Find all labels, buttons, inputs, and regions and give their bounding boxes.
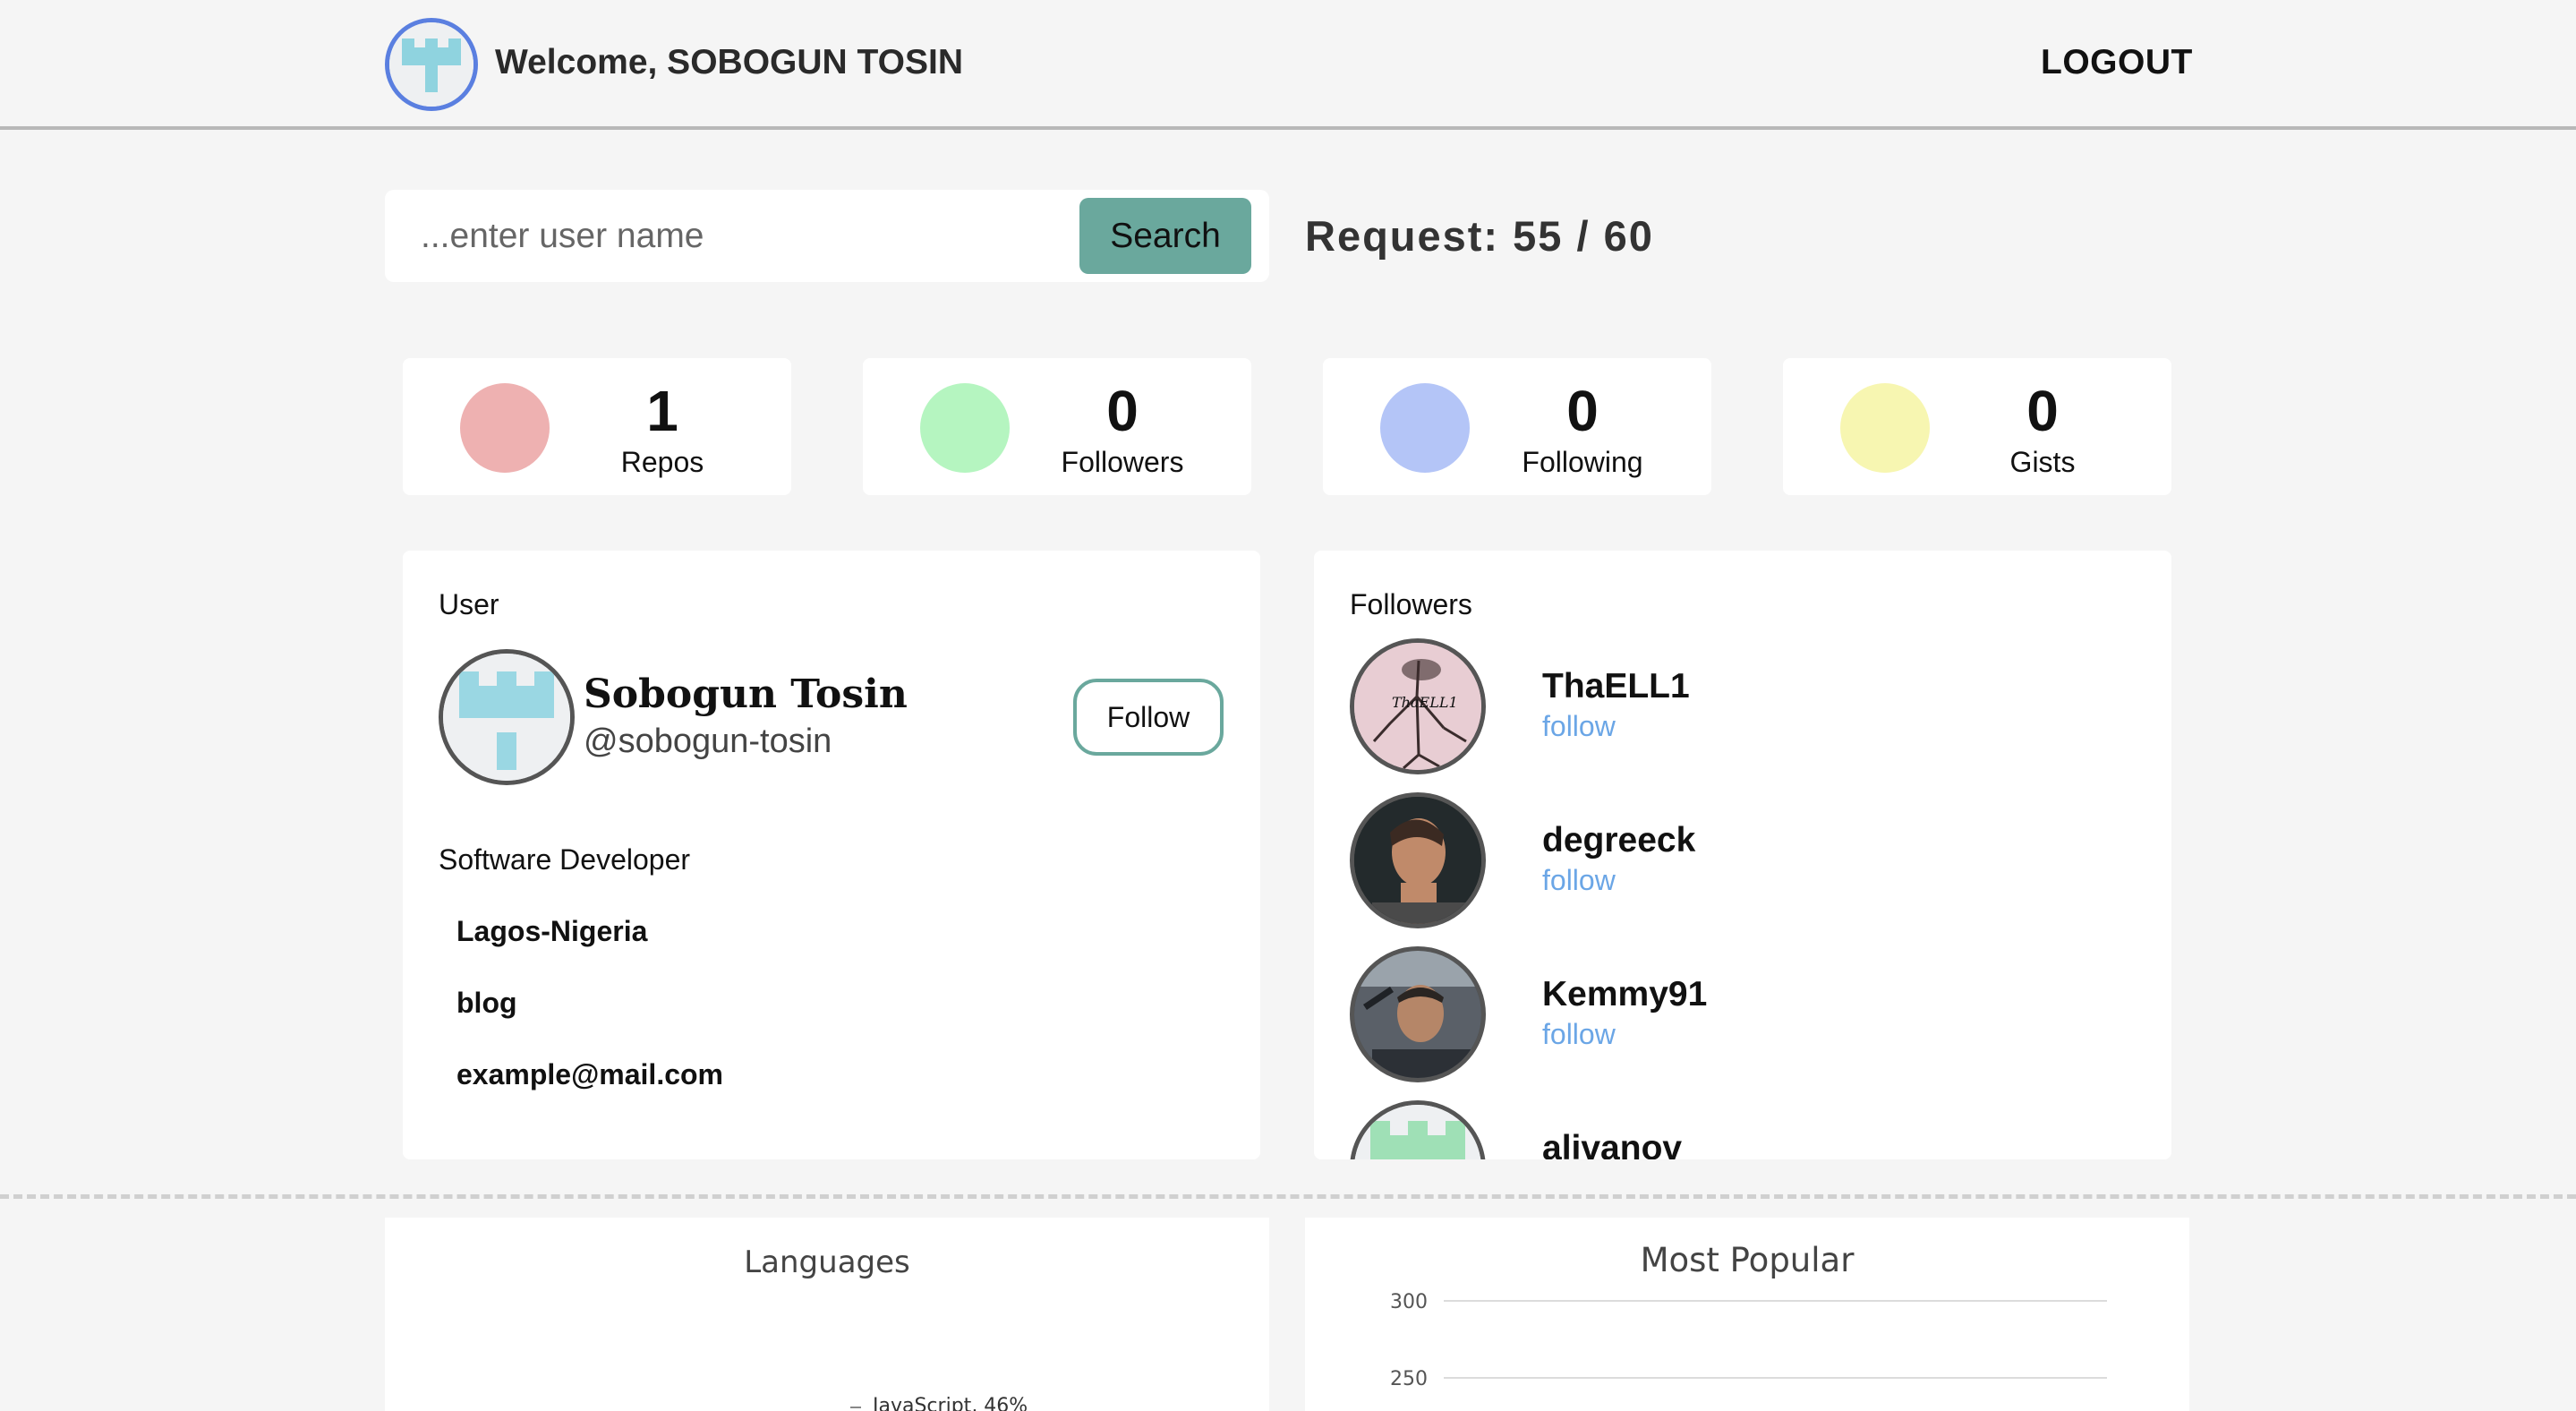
logout-button[interactable]: LOGOUT — [2041, 43, 2193, 82]
list-item: ThaELL1 ThaELL1 follow — [1350, 638, 2137, 774]
stat-value: 0 — [1566, 379, 1599, 443]
follow-button[interactable]: Follow — [1073, 679, 1224, 756]
follower-avatar — [1350, 946, 1486, 1082]
stat-label: Repos — [620, 446, 704, 478]
follower-name: Kemmy91 — [1542, 975, 1708, 1013]
y-tick-label: 300 — [1390, 1291, 1428, 1313]
follower-avatar-image — [1354, 797, 1481, 924]
followers-card: Followers ThaELL1 ThaELL1 follow degreec… — [1314, 551, 2171, 1159]
user-location: Lagos-Nigeria — [456, 915, 648, 947]
following-icon — [1380, 383, 1470, 473]
request-counter: Request: 55 / 60 — [1305, 212, 1654, 260]
list-item: alivanov follow — [1350, 1100, 2137, 1159]
stat-card-gists: 0 Gists — [1783, 358, 2171, 495]
most-popular-chart: Most Popular 300 250 — [1305, 1218, 2189, 1411]
identicon-icon — [1354, 1105, 1481, 1159]
welcome-text: Welcome, SOBOGUN TOSIN — [495, 43, 963, 81]
follower-name: alivanov — [1542, 1129, 1683, 1159]
stat-card-following: 0 Following — [1323, 358, 1711, 495]
repos-icon — [460, 383, 550, 473]
user-blog-link[interactable]: blog — [456, 987, 517, 1020]
languages-pie-svg: JavaScript, 46% — [850, 1395, 1028, 1411]
follower-avatar-image: ThaELL1 — [1354, 643, 1481, 770]
avatar — [385, 18, 478, 111]
stat-card-repos: 1 Repos — [403, 358, 791, 495]
follower-avatar — [1350, 792, 1486, 928]
section-divider — [0, 1194, 2576, 1199]
follower-avatar: ThaELL1 — [1350, 638, 1486, 774]
stat-label: Followers — [1061, 446, 1184, 478]
stat-label: Following — [1522, 446, 1643, 478]
user-card: User Sobogun Tosin @sobogun-tosin Follow… — [403, 551, 1260, 1159]
follower-follow-link[interactable]: follow — [1542, 864, 1616, 897]
stat-card-followers: 0 Followers — [863, 358, 1251, 495]
navbar: Welcome, SOBOGUN TOSIN LOGOUT — [0, 0, 2576, 130]
user-full-name: Sobogun Tosin — [584, 671, 908, 717]
pie-label-javascript: JavaScript, 46% — [871, 1395, 1028, 1411]
user-avatar — [439, 649, 575, 785]
languages-chart: Languages JavaScript, 46% — [385, 1218, 1269, 1411]
follower-avatar-text: ThaELL1 — [1392, 694, 1458, 711]
user-handle: @sobogun-tosin — [584, 723, 832, 760]
follower-follow-link[interactable]: follow — [1542, 1018, 1616, 1051]
user-card-title: User — [439, 588, 499, 620]
search-form: Search — [385, 190, 1269, 282]
identicon-icon — [443, 654, 570, 781]
search-button[interactable]: Search — [1079, 198, 1251, 274]
user-bio: Software Developer — [439, 843, 691, 876]
user-email: example@mail.com — [456, 1058, 723, 1090]
followers-card-title: Followers — [1350, 588, 1472, 620]
follower-avatar — [1350, 1100, 1486, 1159]
followers-icon — [920, 383, 1010, 473]
stat-label: Gists — [2009, 446, 2076, 478]
stat-value: 1 — [646, 379, 678, 443]
stat-value: 0 — [2026, 379, 2059, 443]
identicon-icon — [389, 22, 473, 107]
gists-icon — [1840, 383, 1930, 473]
follower-name: ThaELL1 — [1542, 667, 1690, 706]
follower-name: degreeck — [1542, 821, 1696, 859]
y-tick-label: 250 — [1390, 1368, 1428, 1390]
list-item: Kemmy91 follow — [1350, 946, 2137, 1082]
most-popular-bar-svg: 300 250 — [1390, 1291, 2107, 1390]
stat-value: 0 — [1106, 379, 1139, 443]
list-item: degreeck follow — [1350, 792, 2137, 928]
search-input[interactable] — [421, 210, 1047, 263]
follower-follow-link[interactable]: follow — [1542, 710, 1616, 743]
follower-avatar-image — [1354, 951, 1481, 1078]
